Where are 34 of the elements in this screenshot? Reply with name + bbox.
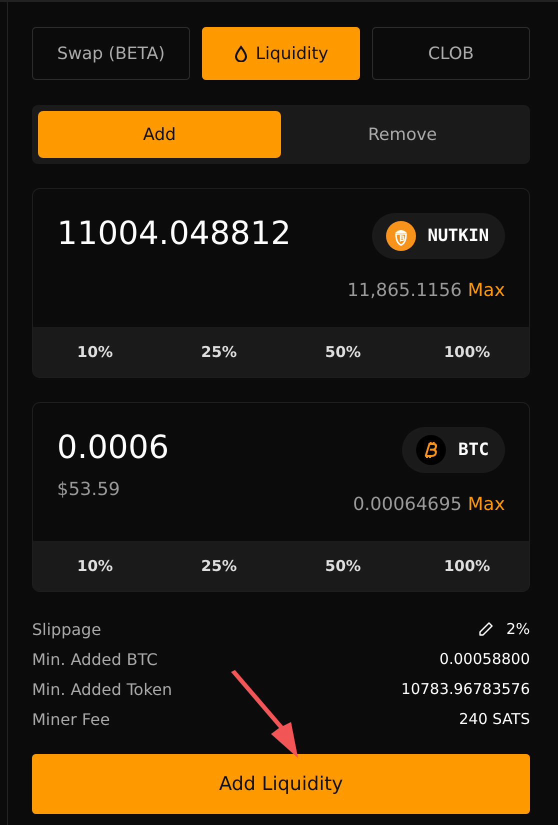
- detail-value: 10783.96783576: [401, 680, 530, 698]
- percent-button[interactable]: 25%: [157, 327, 281, 377]
- detail-label: Miner Fee: [32, 710, 110, 728]
- bitcoin-icon: [416, 435, 446, 465]
- detail-value: 0.00058800: [439, 650, 530, 668]
- tab[interactable]: Liquidity: [202, 27, 360, 80]
- max-link[interactable]: Max: [468, 494, 505, 515]
- detail-label: Min. Added BTC: [32, 650, 158, 668]
- tab[interactable]: CLOB: [372, 27, 530, 80]
- percent-button[interactable]: 50%: [281, 327, 405, 377]
- amount-input[interactable]: 0.0006: [57, 427, 169, 467]
- balance: 0.00064695: [352, 494, 462, 515]
- mode-tab[interactable]: Remove: [281, 111, 524, 158]
- percent-button[interactable]: 100%: [405, 327, 529, 377]
- percent-button[interactable]: 50%: [281, 541, 405, 591]
- percent-button[interactable]: 10%: [33, 541, 157, 591]
- balance: 11,865.1156: [347, 280, 462, 301]
- usd-value: $53.59: [57, 479, 121, 500]
- detail-label: Min. Added Token: [32, 680, 172, 698]
- mode-tab[interactable]: Add: [38, 111, 281, 158]
- amount-input[interactable]: 11004.048812: [57, 213, 292, 253]
- tab[interactable]: Swap (BETA): [32, 27, 190, 80]
- detail-label: Slippage: [32, 620, 102, 638]
- token-selector[interactable]: BTC: [402, 427, 505, 473]
- percent-button[interactable]: 25%: [157, 541, 281, 591]
- percent-button[interactable]: 100%: [405, 541, 529, 591]
- token-selector[interactable]: NUTKIN: [372, 213, 505, 259]
- detail-value: 240 SATS: [459, 710, 530, 728]
- percent-button[interactable]: 10%: [33, 327, 157, 377]
- drop-icon: [234, 45, 248, 62]
- max-link[interactable]: Max: [468, 280, 505, 301]
- add-liquidity-button[interactable]: Add Liquidity: [32, 754, 530, 814]
- edit-icon[interactable]: [478, 621, 494, 637]
- detail-value: 2%: [506, 620, 530, 638]
